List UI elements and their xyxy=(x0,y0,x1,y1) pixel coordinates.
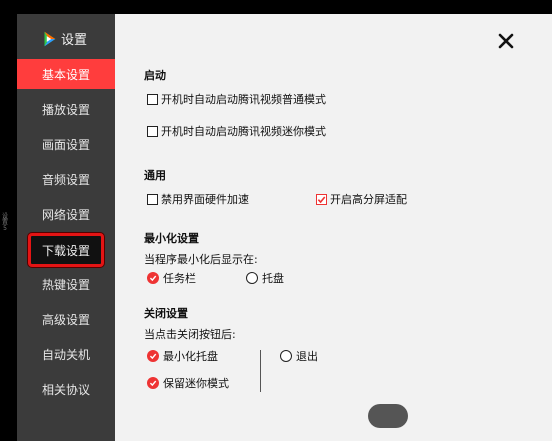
bottom-toggle-shape xyxy=(368,404,408,428)
checkmark-icon xyxy=(317,195,326,203)
radio-label: 托盘 xyxy=(262,272,284,285)
sidebar-item-basic-settings[interactable]: 基本设置 xyxy=(17,59,115,89)
sidebar-item-audio-settings[interactable]: 音频设置 xyxy=(17,164,115,194)
radio-dot xyxy=(246,272,258,284)
radio-label: 退出 xyxy=(296,350,318,363)
checkbox-box xyxy=(147,93,158,105)
keep-mini-mode-checkbox[interactable]: 保留迷你模式 xyxy=(147,375,229,391)
checkbox-box xyxy=(316,193,327,205)
checkbox-label: 开机时自动启动腾讯视频普通模式 xyxy=(161,93,326,106)
close-prompt: 当点击关闭按钮后: xyxy=(144,328,236,341)
close-minimize-tray-radio[interactable]: 最小化托盘 xyxy=(147,348,218,364)
startup-normal-mode-checkbox[interactable]: 开机时自动启动腾讯视频普通模式 xyxy=(147,91,326,107)
sidebar-item-download-settings[interactable]: 下载设置 xyxy=(28,233,104,267)
radio-dot xyxy=(147,350,159,362)
disable-hw-acceleration-checkbox[interactable]: 禁用界面硬件加速 xyxy=(147,191,249,207)
checkmark-icon xyxy=(149,353,157,360)
startup-heading: 启动 xyxy=(144,69,166,82)
side-label: 设置5 xyxy=(1,213,8,232)
close-icon[interactable] xyxy=(497,32,515,50)
settings-content: 启动 开机时自动启动腾讯视频普通模式 开机时自动启动腾讯视频迷你模式 通用 禁用… xyxy=(115,14,552,441)
sidebar-item-auto-shutdown[interactable]: 自动关机 xyxy=(17,339,115,369)
sidebar-item-display-settings[interactable]: 画面设置 xyxy=(17,129,115,159)
sidebar-item-hotkey-settings[interactable]: 热键设置 xyxy=(17,269,115,299)
minimize-heading: 最小化设置 xyxy=(144,232,199,245)
checkbox-label: 开机时自动启动腾讯视频迷你模式 xyxy=(161,125,326,138)
radio-label: 任务栏 xyxy=(163,272,196,285)
sidebar: 设置 基本设置 播放设置 画面设置 音频设置 网络设置 下载设置 热键设置 高级… xyxy=(17,14,115,441)
checkbox-box xyxy=(147,125,158,137)
tencent-video-logo-icon xyxy=(44,31,56,46)
close-exit-radio[interactable]: 退出 xyxy=(280,348,318,364)
radio-label: 最小化托盘 xyxy=(163,350,218,363)
checkbox-box xyxy=(147,193,158,205)
minimize-taskbar-radio[interactable]: 任务栏 xyxy=(147,270,196,286)
minimize-tray-radio[interactable]: 托盘 xyxy=(246,270,284,286)
sidebar-item-agreements[interactable]: 相关协议 xyxy=(17,374,115,404)
close-heading: 关闭设置 xyxy=(144,307,188,320)
startup-mini-mode-checkbox[interactable]: 开机时自动启动腾讯视频迷你模式 xyxy=(147,123,326,139)
general-heading: 通用 xyxy=(144,169,166,182)
checkbox-label: 开启高分屏适配 xyxy=(330,193,407,206)
sidebar-item-playback-settings[interactable]: 播放设置 xyxy=(17,94,115,124)
settings-window: 设置 基本设置 播放设置 画面设置 音频设置 网络设置 下载设置 热键设置 高级… xyxy=(17,14,552,441)
sidebar-item-network-settings[interactable]: 网络设置 xyxy=(17,199,115,229)
high-dpi-checkbox[interactable]: 开启高分屏适配 xyxy=(316,191,407,207)
vertical-divider xyxy=(260,350,261,392)
sidebar-item-advanced-settings[interactable]: 高级设置 xyxy=(17,304,115,334)
checkbox-label: 保留迷你模式 xyxy=(163,377,229,390)
radio-dot xyxy=(147,272,159,284)
checkbox-label: 禁用界面硬件加速 xyxy=(161,193,249,206)
screen: 设置5 设置 基本设置 播放设置 画面设置 音频设置 网络设置 下载设置 热键设… xyxy=(0,0,552,441)
checkmark-icon xyxy=(149,380,157,387)
brand: 设置 xyxy=(40,29,87,48)
brand-title: 设置 xyxy=(61,33,88,48)
checkmark-icon xyxy=(149,275,157,282)
minimize-prompt: 当程序最小化后显示在: xyxy=(144,253,258,266)
radio-dot xyxy=(147,377,159,389)
radio-dot xyxy=(280,350,292,362)
